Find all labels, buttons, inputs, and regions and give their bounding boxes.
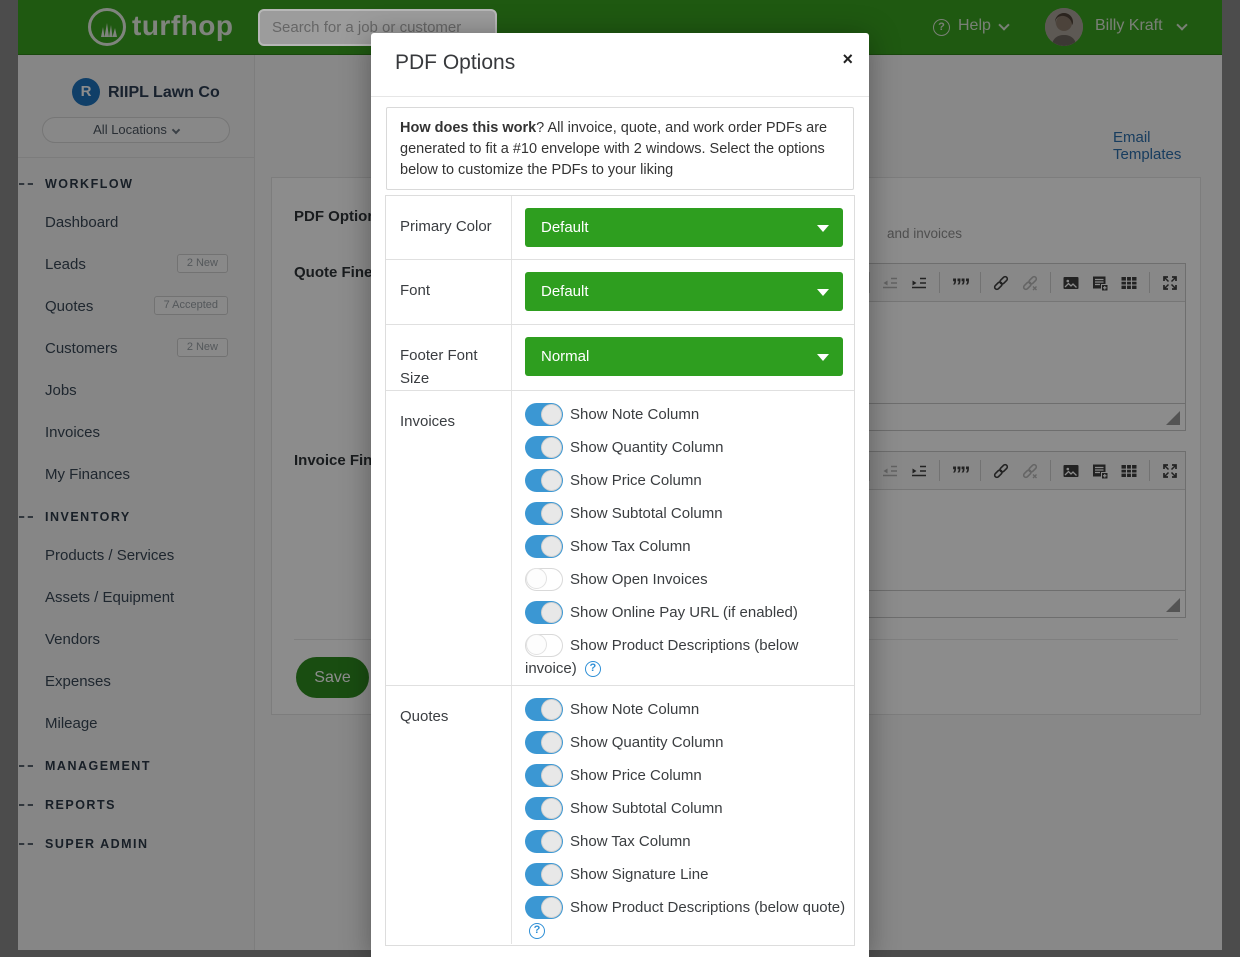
toggle-show-tax-column[interactable] <box>525 535 563 558</box>
quote-toggle-row: Show Price Column <box>525 764 848 787</box>
font-select[interactable]: Default <box>525 272 843 311</box>
invoices-label: Invoices <box>386 391 512 685</box>
toggle-show-tax-column-quote[interactable] <box>525 830 563 853</box>
toggle-show-price-column[interactable] <box>525 469 563 492</box>
toggle-show-product-descriptions-invoice[interactable] <box>525 634 563 657</box>
modal-header: PDF Options × <box>371 33 869 97</box>
primary-color-label: Primary Color <box>386 196 512 259</box>
toggle-show-open-invoices[interactable] <box>525 568 563 591</box>
invoice-toggle-row: Show Subtotal Column <box>525 502 848 525</box>
quote-toggle-row: Show Subtotal Column <box>525 797 848 820</box>
quote-toggle-row: Show Signature Line <box>525 863 848 886</box>
footer-font-size-label: Footer Font Size <box>386 325 512 390</box>
invoice-toggle-row: Show Online Pay URL (if enabled) <box>525 601 848 624</box>
invoice-toggle-row: Show Product Descriptions (below invoice… <box>525 634 848 680</box>
toggle-show-subtotal-column-quote[interactable] <box>525 797 563 820</box>
modal-options-table: Primary Color Default Font Default Foote… <box>385 195 855 946</box>
help-tooltip-icon[interactable]: ? <box>529 923 545 939</box>
modal-info-box: How does this work? All invoice, quote, … <box>386 107 854 190</box>
primary-color-row: Primary Color Default <box>386 196 854 260</box>
toggle-show-online-pay-url[interactable] <box>525 601 563 624</box>
font-label: Font <box>386 260 512 324</box>
toggle-show-quantity-column-quote[interactable] <box>525 731 563 754</box>
toggle-show-quantity-column[interactable] <box>525 436 563 459</box>
pdf-options-modal: PDF Options × How does this work? All in… <box>371 33 869 957</box>
toggle-show-signature-line[interactable] <box>525 863 563 886</box>
footer-font-size-select[interactable]: Normal <box>525 337 843 376</box>
footer-font-size-row: Footer Font Size Normal <box>386 325 854 391</box>
invoice-toggle-row: Show Quantity Column <box>525 436 848 459</box>
caret-down-icon <box>817 225 829 232</box>
invoice-toggle-row: Show Price Column <box>525 469 848 492</box>
toggle-show-note-column-quote[interactable] <box>525 698 563 721</box>
close-icon[interactable]: × <box>842 50 853 68</box>
toggle-show-product-descriptions-quote[interactable] <box>525 896 563 919</box>
quote-toggle-row: Show Note Column <box>525 698 848 721</box>
toggle-show-price-column-quote[interactable] <box>525 764 563 787</box>
quote-toggle-row: Show Tax Column <box>525 830 848 853</box>
quotes-options-row: Quotes Show Note Column Show Quantity Co… <box>386 686 854 944</box>
invoices-options-row: Invoices Show Note Column Show Quantity … <box>386 391 854 686</box>
toggle-show-subtotal-column[interactable] <box>525 502 563 525</box>
toggle-show-note-column[interactable] <box>525 403 563 426</box>
quote-toggle-row: Show Quantity Column <box>525 731 848 754</box>
quotes-label: Quotes <box>386 686 512 944</box>
font-row: Font Default <box>386 260 854 325</box>
help-tooltip-icon[interactable]: ? <box>585 661 601 677</box>
invoice-toggle-row: Show Note Column <box>525 403 848 426</box>
primary-color-select[interactable]: Default <box>525 208 843 247</box>
caret-down-icon <box>817 354 829 361</box>
quote-toggle-row: Show Product Descriptions (below quote) … <box>525 896 848 942</box>
invoice-toggle-row: Show Tax Column <box>525 535 848 558</box>
modal-title: PDF Options <box>395 51 515 75</box>
caret-down-icon <box>817 289 829 296</box>
invoice-toggle-row: Show Open Invoices <box>525 568 848 591</box>
